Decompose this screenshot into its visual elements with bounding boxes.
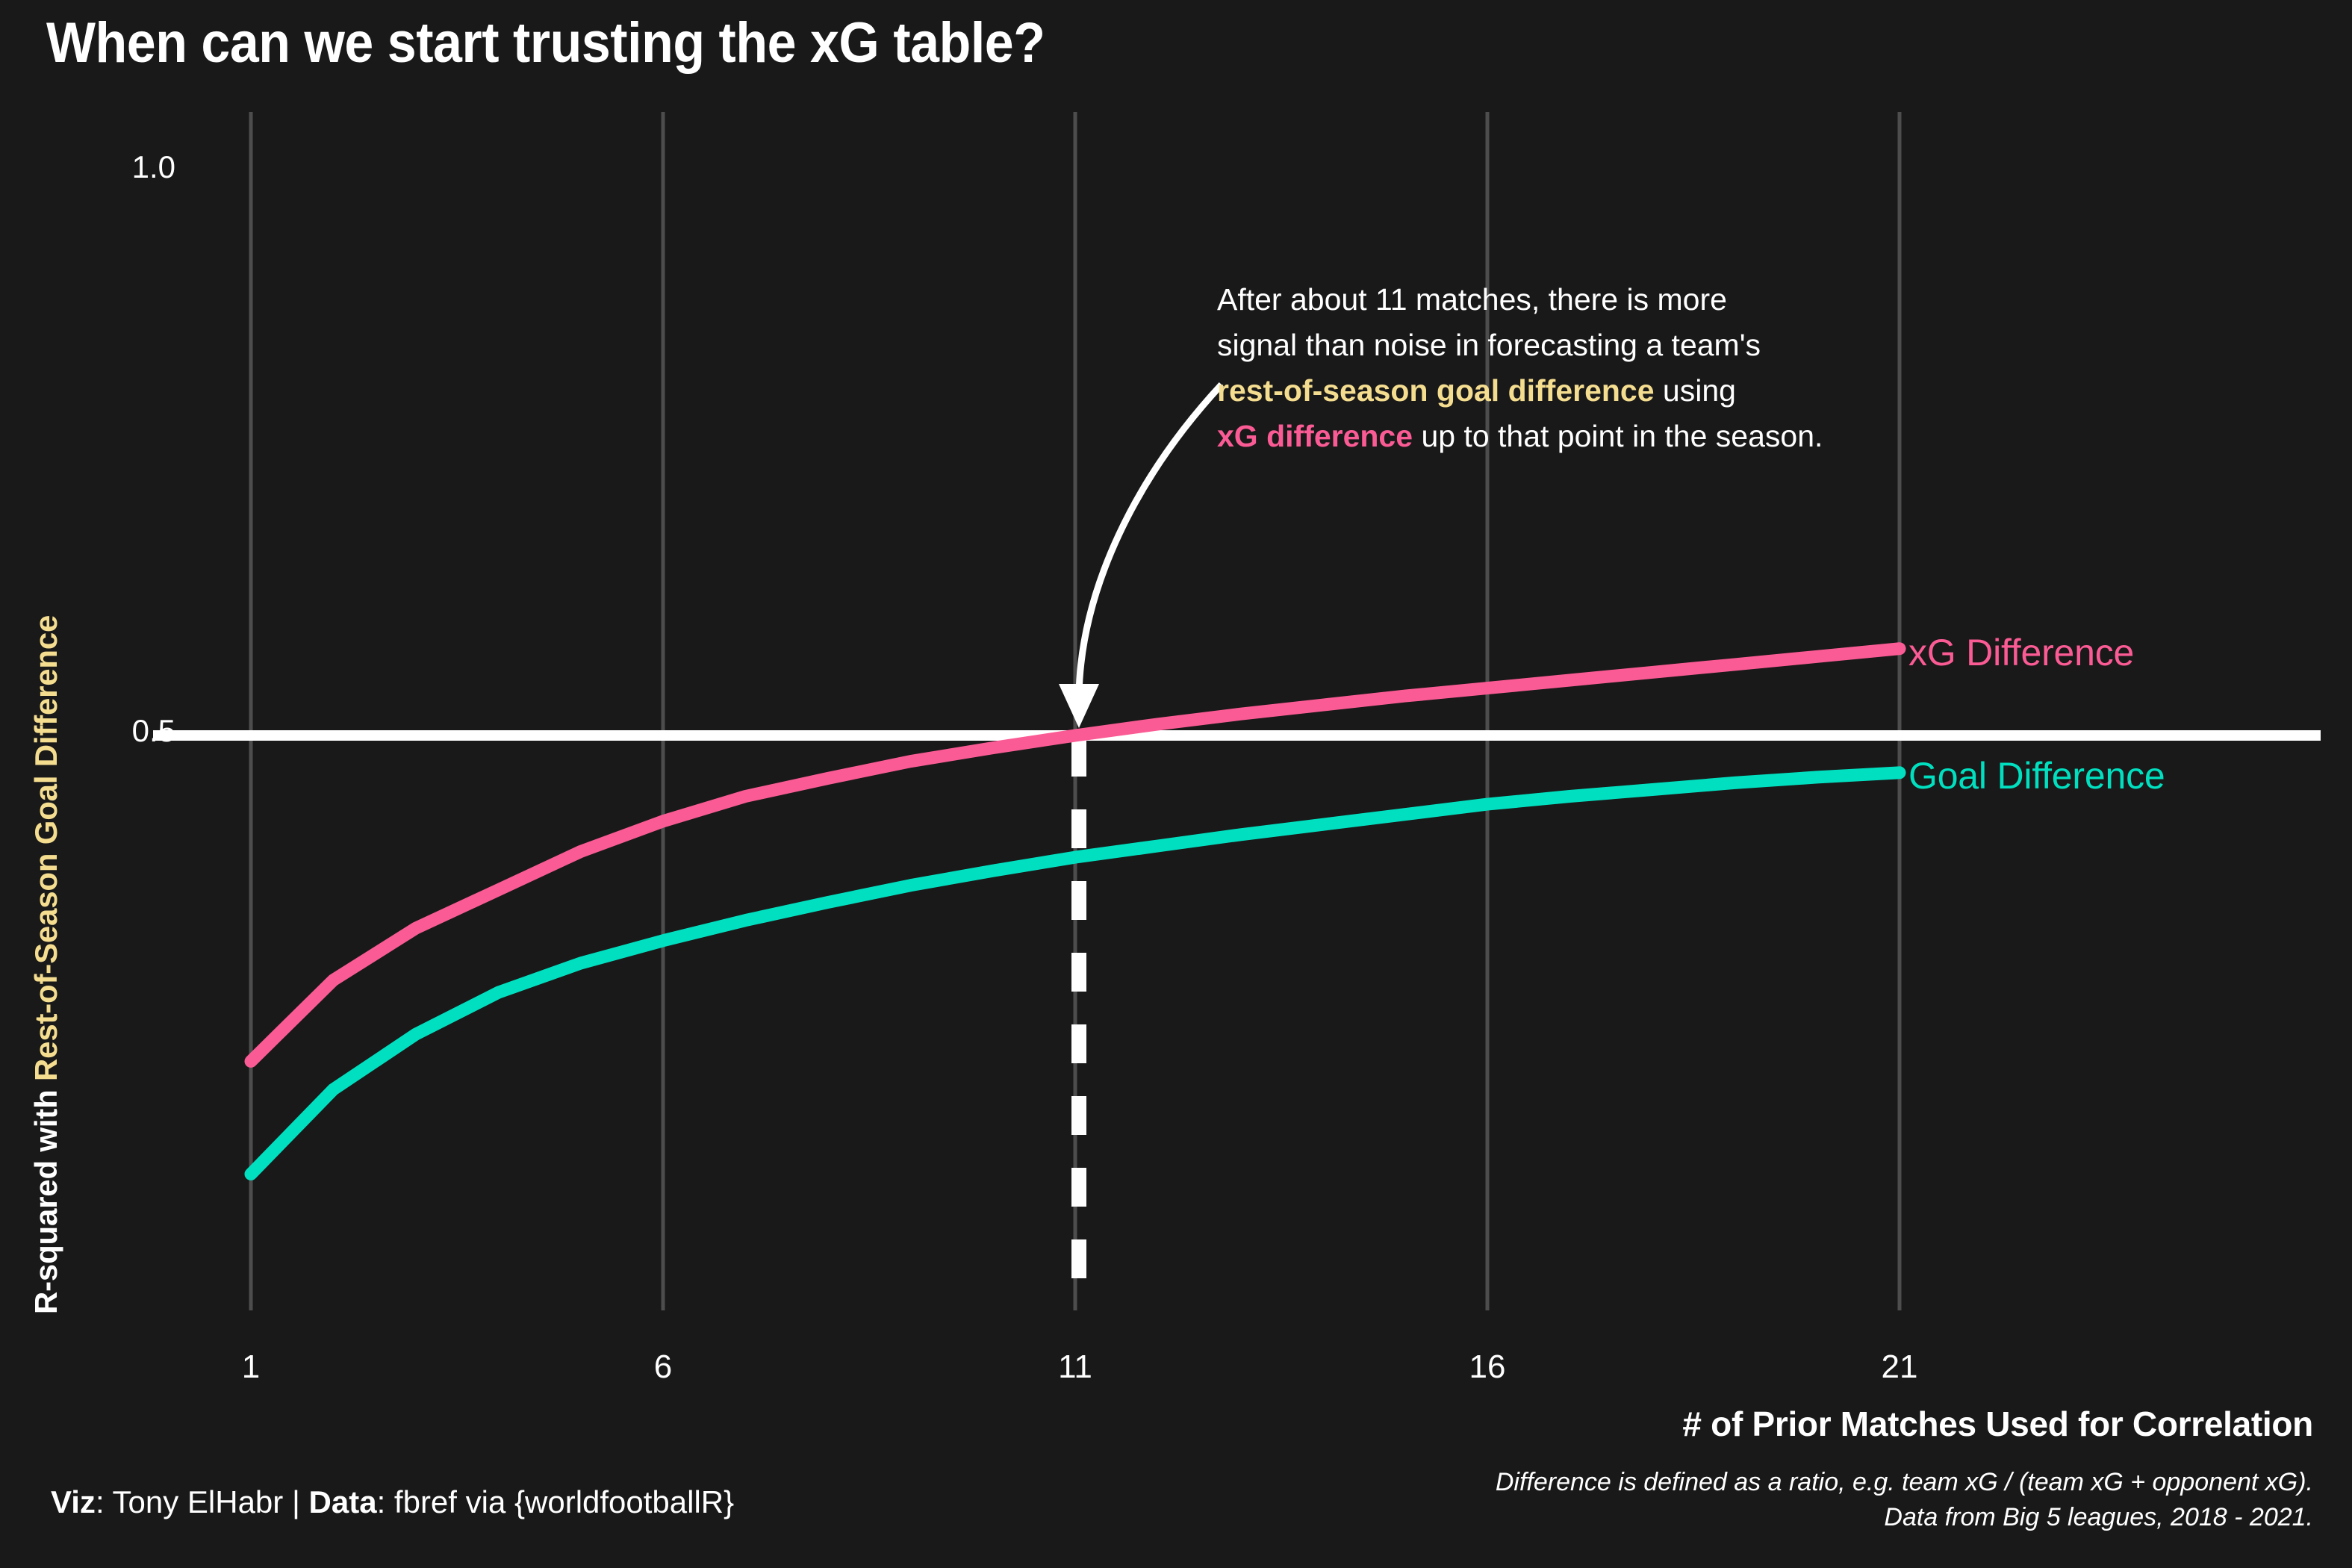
chart-canvas: When can we start trusting the xG table?… bbox=[0, 0, 2352, 1568]
annotation-line-3: rest-of-season goal difference using bbox=[1217, 368, 1823, 414]
y-axis-title: R-squared with Rest-of-Season Goal Diffe… bbox=[28, 60, 75, 1314]
series-polyline-xg-difference bbox=[244, 642, 1906, 1068]
x-tick-label-16: 16 bbox=[1469, 1348, 1506, 1385]
annotation-arrow bbox=[1075, 382, 1225, 695]
y-axis-title-highlight: Rest-of-Season Goal Difference bbox=[28, 615, 63, 1081]
series-label-goal-difference: Goal Difference bbox=[1908, 755, 2165, 797]
credit-data-value: : fbref via {worldfootballR} bbox=[376, 1484, 735, 1519]
annotation-goal-difference-highlight: rest-of-season goal difference bbox=[1217, 373, 1655, 408]
x-tick-label-21: 21 bbox=[1881, 1348, 1918, 1385]
x-tick-label-6: 6 bbox=[653, 1348, 673, 1385]
note-line-1: Difference is defined as a ratio, e.g. t… bbox=[1495, 1468, 2313, 1496]
credit-data-label: Data bbox=[308, 1484, 377, 1519]
y-tick-label-0-5: 0.5 bbox=[131, 713, 175, 748]
page-title: When can we start trusting the xG table? bbox=[46, 11, 1045, 75]
note-caption: Difference is defined as a ratio, e.g. t… bbox=[1496, 1465, 2313, 1535]
annotation-arrowhead bbox=[1059, 684, 1099, 728]
x-tick-label-11: 11 bbox=[1058, 1348, 1092, 1385]
annotation-line-2: signal than noise in forecasting a team'… bbox=[1217, 328, 1761, 362]
credit-viz-label: Viz bbox=[51, 1484, 96, 1519]
annotation-line-3-rest: using bbox=[1654, 373, 1736, 408]
y-tick-label-1: 1.0 bbox=[131, 149, 175, 184]
note-line-2: Data from Big 5 leagues, 2018 - 2021. bbox=[1884, 1503, 2313, 1531]
annotation-text: After about 11 matches, there is more si… bbox=[1217, 277, 1823, 459]
y-axis-title-prefix: R-squared with bbox=[28, 1080, 63, 1314]
annotation-line-4: xG difference up to that point in the se… bbox=[1217, 414, 1823, 459]
x-axis-title: # of Prior Matches Used for Correlation bbox=[1682, 1404, 2313, 1443]
series-polyline-goal-difference bbox=[244, 766, 1906, 1180]
annotation-xg-difference-highlight: xG difference bbox=[1217, 419, 1413, 453]
x-tick-label-1: 1 bbox=[241, 1348, 261, 1385]
series-label-xg-difference: xG Difference bbox=[1908, 632, 2135, 673]
annotation-line-4-rest: up to that point in the season. bbox=[1413, 419, 1823, 453]
annotation-line-1: After about 11 matches, there is more bbox=[1217, 282, 1727, 317]
credit-caption: Viz: Tony ElHabr | Data: fbref via {worl… bbox=[51, 1484, 734, 1520]
credit-viz-value: : Tony ElHabr | bbox=[95, 1484, 309, 1519]
